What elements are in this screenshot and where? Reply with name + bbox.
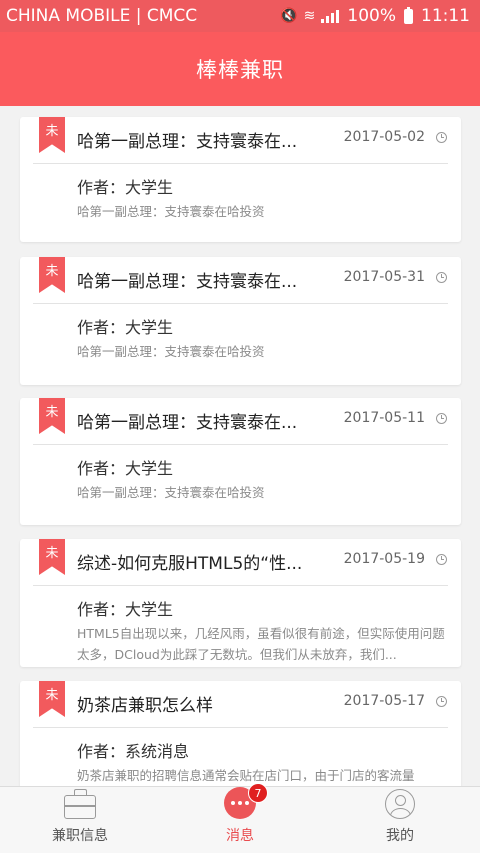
item-date: 2017-05-31 <box>343 269 425 285</box>
item-title: 哈第一副总理：支持寰泰在... <box>77 272 298 292</box>
carrier-name: CHINA MOBILE | CMCC <box>6 6 198 26</box>
item-title: 哈第一副总理：支持寰泰在... <box>77 413 298 433</box>
signal-icon <box>321 9 340 23</box>
unread-badge: 7 <box>248 783 268 803</box>
list-item[interactable]: 未 哈第一副总理：支持寰泰在... 2017-05-31 作者：大学生 哈第一副… <box>20 257 461 385</box>
divider <box>33 444 448 445</box>
tab-label: 我的 <box>386 828 414 844</box>
item-title: 哈第一副总理：支持寰泰在... <box>77 132 298 152</box>
status-bar: CHINA MOBILE | CMCC 🔇 ≋ 100% 11:11 <box>0 0 480 32</box>
message-list[interactable]: 未 哈第一副总理：支持寰泰在... 2017-05-02 作者：大学生 哈第一副… <box>0 106 480 786</box>
tab-messages[interactable]: 7 消息 <box>160 783 320 853</box>
clock-icon <box>436 132 447 143</box>
item-description: 哈第一副总理：支持寰泰在哈投资 <box>77 344 265 359</box>
item-description: 奶茶店兼职的招聘信息通常会贴在店门口，由于门店的客流量 <box>77 768 415 783</box>
item-date: 2017-05-17 <box>343 693 425 709</box>
item-description: 哈第一副总理：支持寰泰在哈投资 <box>77 204 265 219</box>
item-author: 作者：系统消息 <box>77 742 190 761</box>
item-date: 2017-05-11 <box>343 410 425 426</box>
clock-icon <box>436 272 447 283</box>
unread-ribbon: 未 <box>39 539 65 575</box>
item-title: 奶茶店兼职怎么样 <box>77 696 213 716</box>
battery-icon <box>404 6 413 24</box>
divider <box>33 585 448 586</box>
status-right: 🔇 ≋ 100% 11:11 <box>280 6 470 26</box>
item-description: HTML5自出现以来，几经风雨，虽看似很有前途，但实际使用问题太多，DCloud… <box>77 626 445 662</box>
clock-time: 11:11 <box>421 6 470 26</box>
item-date: 2017-05-02 <box>343 129 425 145</box>
item-date: 2017-05-19 <box>343 551 425 567</box>
item-description: 哈第一副总理：支持寰泰在哈投资 <box>77 485 265 500</box>
clock-icon <box>436 696 447 707</box>
status-icons: 🔇 ≋ <box>280 8 340 24</box>
bottom-tab-bar: 兼职信息 7 消息 我的 <box>0 783 480 853</box>
divider <box>33 727 448 728</box>
clock-icon <box>436 554 447 565</box>
item-author: 作者：大学生 <box>77 600 174 619</box>
item-title: 综述-如何克服HTML5的“性... <box>77 554 303 574</box>
user-icon <box>385 789 415 819</box>
app-header: 棒棒兼职 <box>0 32 480 106</box>
item-author: 作者：大学生 <box>77 459 174 478</box>
briefcase-icon <box>64 789 96 819</box>
divider <box>33 303 448 304</box>
unread-ribbon: 未 <box>39 398 65 434</box>
page-title: 棒棒兼职 <box>196 58 284 82</box>
battery-percent: 100% <box>347 6 396 26</box>
unread-ribbon: 未 <box>39 681 65 717</box>
list-item[interactable]: 未 哈第一副总理：支持寰泰在... 2017-05-02 作者：大学生 哈第一副… <box>20 117 461 242</box>
wifi-icon: ≋ <box>303 8 316 24</box>
mute-icon: 🔇 <box>280 8 298 24</box>
unread-ribbon: 未 <box>39 257 65 293</box>
list-item[interactable]: 未 哈第一副总理：支持寰泰在... 2017-05-11 作者：大学生 哈第一副… <box>20 398 461 525</box>
unread-ribbon: 未 <box>39 117 65 153</box>
tab-label: 兼职信息 <box>52 828 108 844</box>
list-item[interactable]: 未 综述-如何克服HTML5的“性... 2017-05-19 作者：大学生 H… <box>20 539 461 667</box>
tab-label: 消息 <box>226 828 254 844</box>
item-author: 作者：大学生 <box>77 318 174 337</box>
tab-jobs[interactable]: 兼职信息 <box>0 787 160 853</box>
item-author: 作者：大学生 <box>77 178 174 197</box>
clock-icon <box>436 413 447 424</box>
tab-profile[interactable]: 我的 <box>320 787 480 853</box>
divider <box>33 163 448 164</box>
list-item[interactable]: 未 奶茶店兼职怎么样 2017-05-17 作者：系统消息 奶茶店兼职的招聘信息… <box>20 681 461 786</box>
